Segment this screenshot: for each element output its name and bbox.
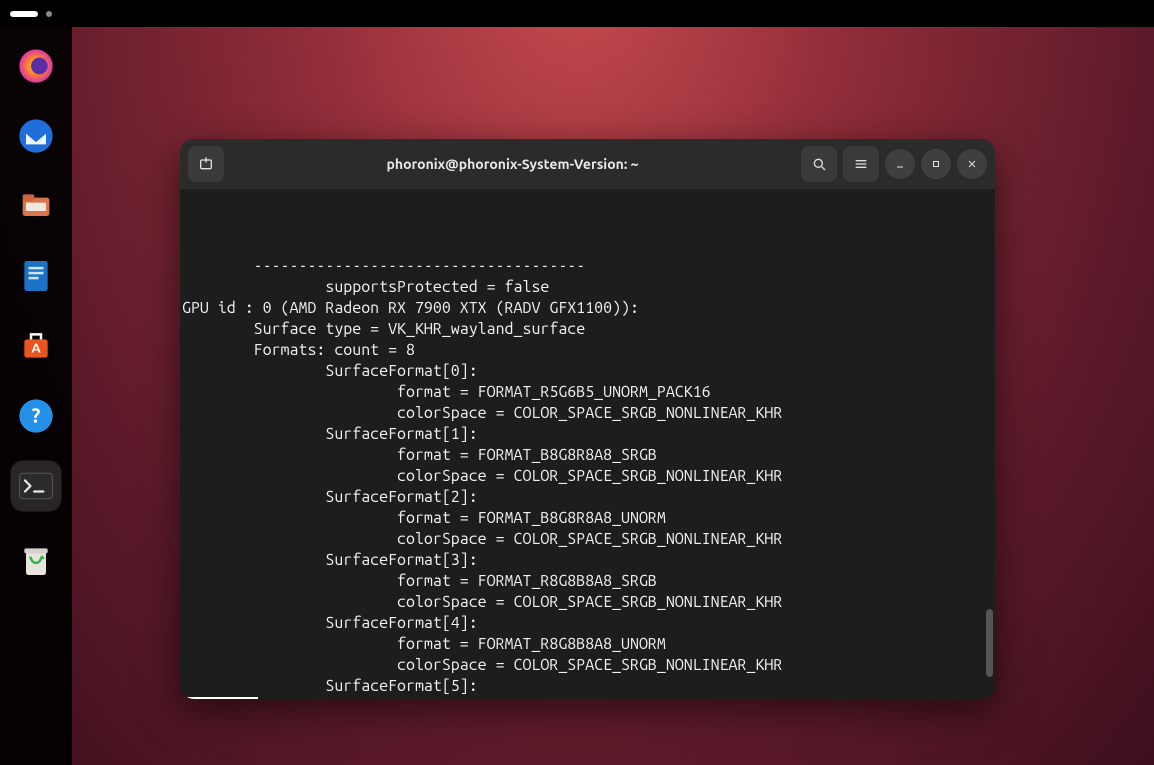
terminal-line: colorSpace = COLOR_SPACE_SRGB_NONLINEAR_…	[180, 403, 995, 424]
terminal-line: GPU id : 0 (AMD Radeon RX 7900 XTX (RADV…	[180, 298, 995, 319]
terminal-line: colorSpace = COLOR_SPACE_SRGB_NONLINEAR_…	[180, 529, 995, 550]
minimize-icon	[894, 158, 906, 170]
close-button[interactable]	[957, 149, 987, 179]
launcher-help[interactable]: ?	[11, 391, 61, 441]
maximize-icon	[930, 158, 942, 170]
terminal-line: SurfaceFormat[5]:	[180, 676, 995, 697]
svg-text:A: A	[31, 341, 41, 356]
terminal-body[interactable]: ------------------------------------- su…	[180, 189, 995, 699]
hamburger-icon	[853, 156, 869, 172]
terminal-line: SurfaceFormat[2]:	[180, 487, 995, 508]
software-icon: A	[16, 326, 56, 366]
close-icon	[966, 158, 978, 170]
activities-indicator[interactable]	[10, 11, 38, 17]
terminal-window: phoronix@phoronix-System-Version: ~	[180, 139, 995, 699]
terminal-line: SurfaceFormat[0]:	[180, 361, 995, 382]
launcher-files[interactable]	[11, 181, 61, 231]
terminal-icon	[14, 464, 58, 508]
launcher-firefox[interactable]	[11, 41, 61, 91]
menu-button[interactable]	[843, 146, 879, 182]
launcher-terminal[interactable]	[11, 461, 61, 511]
svg-text:?: ?	[32, 404, 41, 427]
window-title: phoronix@phoronix-System-Version: ~	[230, 156, 795, 172]
launcher-writer[interactable]	[11, 251, 61, 301]
firefox-icon	[16, 46, 56, 86]
terminal-line: format = FORMAT_R8G8B8A8_UNORM	[180, 634, 995, 655]
trash-icon	[16, 540, 56, 580]
search-button[interactable]	[801, 146, 837, 182]
more-prompt[interactable]: --More--	[182, 697, 258, 699]
minimize-button[interactable]	[885, 149, 915, 179]
terminal-line: format = FORMAT_R5G6B5_UNORM_PACK16	[180, 382, 995, 403]
terminal-line: --More--	[180, 697, 995, 699]
terminal-line: SurfaceFormat[1]:	[180, 424, 995, 445]
gnome-topbar	[0, 0, 1154, 27]
maximize-button[interactable]	[921, 149, 951, 179]
launcher-thunderbird[interactable]	[11, 111, 61, 161]
search-icon	[811, 156, 827, 172]
terminal-line: colorSpace = COLOR_SPACE_SRGB_NONLINEAR_…	[180, 592, 995, 613]
terminal-line: SurfaceFormat[4]:	[180, 613, 995, 634]
terminal-line: format = FORMAT_B8G8R8A8_UNORM	[180, 508, 995, 529]
dock: A ?	[0, 27, 72, 765]
desktop-background: A ?	[0, 27, 1154, 765]
terminal-line: colorSpace = COLOR_SPACE_SRGB_NONLINEAR_…	[180, 655, 995, 676]
terminal-line: colorSpace = COLOR_SPACE_SRGB_NONLINEAR_…	[180, 466, 995, 487]
terminal-scrollbar-thumb[interactable]	[986, 609, 993, 677]
terminal-line: supportsProtected = false	[180, 277, 995, 298]
terminal-line: format = FORMAT_R8G8B8A8_SRGB	[180, 571, 995, 592]
terminal-line: -------------------------------------	[180, 256, 995, 277]
terminal-line: format = FORMAT_B8G8R8A8_SRGB	[180, 445, 995, 466]
new-tab-icon	[198, 156, 214, 172]
terminal-line: Surface type = VK_KHR_wayland_surface	[180, 319, 995, 340]
writer-icon	[16, 256, 56, 296]
help-icon: ?	[16, 396, 56, 436]
terminal-line: Formats: count = 8	[180, 340, 995, 361]
thunderbird-icon	[16, 116, 56, 156]
window-titlebar[interactable]: phoronix@phoronix-System-Version: ~	[180, 139, 995, 189]
files-icon	[16, 186, 56, 226]
terminal-line: SurfaceFormat[3]:	[180, 550, 995, 571]
launcher-software[interactable]: A	[11, 321, 61, 371]
workspace-dot[interactable]	[46, 11, 52, 17]
new-tab-button[interactable]	[188, 146, 224, 182]
launcher-trash[interactable]	[11, 535, 61, 585]
